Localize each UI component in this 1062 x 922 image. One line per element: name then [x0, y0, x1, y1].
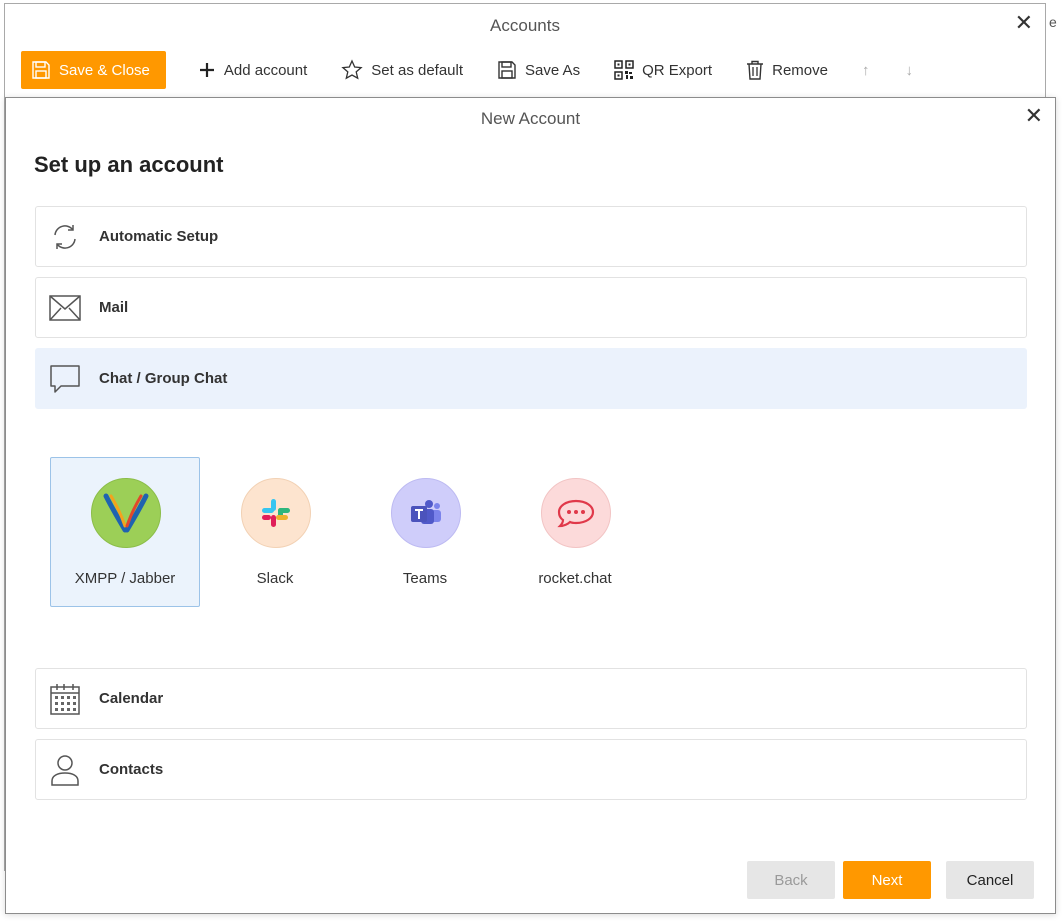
qr-export-label: QR Export	[642, 61, 713, 79]
remove-button[interactable]: Remove	[746, 51, 828, 89]
provider-label: rocket.chat	[538, 570, 612, 587]
provider-label: XMPP / Jabber	[74, 570, 176, 587]
option-calendar[interactable]: Calendar	[35, 668, 1027, 729]
save-as-icon	[498, 61, 516, 79]
option-label: Calendar	[99, 690, 164, 707]
provider-teams[interactable]: Teams	[350, 457, 500, 607]
trash-icon	[747, 60, 764, 80]
dialog-close-icon[interactable]: ✕	[1025, 103, 1043, 129]
slack-icon	[241, 478, 311, 548]
person-icon	[48, 753, 82, 787]
set-as-default-label: Set as default	[371, 61, 464, 79]
move-up-button[interactable]: ↑	[862, 51, 870, 89]
teams-icon	[391, 478, 461, 548]
remove-label: Remove	[772, 61, 828, 79]
provider-rocket-chat[interactable]: rocket.chat	[500, 457, 650, 607]
next-button[interactable]: Next	[843, 861, 931, 899]
option-contacts[interactable]: Contacts	[35, 739, 1027, 800]
save-as-label: Save As	[525, 61, 581, 79]
provider-label: Teams	[402, 570, 448, 587]
set-as-default-button[interactable]: Set as default	[341, 51, 463, 89]
option-label: Mail	[99, 299, 129, 316]
page-title: Set up an account	[34, 152, 224, 177]
xmpp-icon	[91, 478, 161, 548]
option-label: Automatic Setup	[99, 228, 219, 245]
save-as-button[interactable]: Save As	[497, 51, 580, 89]
accounts-close-icon[interactable]: ✕	[1015, 10, 1033, 36]
provider-xmpp-jabber[interactable]: XMPP / Jabber	[50, 457, 200, 607]
sync-icon	[48, 220, 82, 254]
option-automatic-setup[interactable]: Automatic Setup	[35, 206, 1027, 267]
chat-bubble-icon	[48, 362, 82, 396]
option-label: Contacts	[99, 761, 164, 778]
envelope-icon	[48, 291, 82, 325]
calendar-icon	[48, 682, 82, 716]
accounts-window-title: Accounts	[490, 16, 560, 35]
floppy-disk-icon	[32, 61, 50, 79]
qr-export-button[interactable]: QR Export	[614, 51, 712, 89]
provider-label: Slack	[256, 570, 294, 587]
dialog-title: New Account	[480, 109, 581, 128]
option-chat-group-chat[interactable]: Chat / Group Chat	[35, 348, 1027, 409]
add-account-label: Add account	[223, 61, 308, 79]
save-and-close-button[interactable]: Save & Close	[21, 51, 166, 89]
edge-text-fragment: e	[1049, 14, 1057, 30]
star-icon	[341, 59, 363, 80]
option-mail[interactable]: Mail	[35, 277, 1027, 338]
qr-code-icon	[614, 60, 634, 80]
add-account-button[interactable]: Add account	[198, 51, 307, 89]
provider-slack[interactable]: Slack	[200, 457, 350, 607]
plus-icon	[199, 63, 214, 77]
cancel-button[interactable]: Cancel	[946, 861, 1034, 899]
move-down-button[interactable]: ↓	[905, 51, 913, 89]
back-button[interactable]: Back	[747, 861, 835, 899]
accounts-toolbar: Save & Close Add account Set as default …	[21, 50, 949, 90]
option-label: Chat / Group Chat	[99, 370, 228, 387]
rocket-chat-icon	[541, 478, 611, 548]
save-and-close-label: Save & Close	[59, 61, 150, 79]
new-account-dialog: New Account ✕ Set up an account Automati…	[5, 97, 1056, 914]
